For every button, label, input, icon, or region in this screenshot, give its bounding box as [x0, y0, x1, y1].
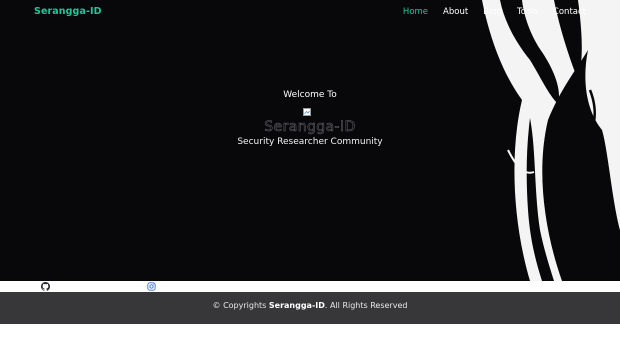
github-icon[interactable] [41, 282, 50, 291]
footer-copyright-suffix: . All Rights Reserved [324, 301, 408, 310]
nav-link-contact[interactable]: Contact [553, 7, 586, 17]
broken-image-icon [303, 108, 311, 116]
footer: © Copyrights Serangga-ID. All Rights Res… [0, 292, 620, 324]
site-logo-text: Serangga-ID [264, 119, 356, 136]
tagline-text: Security Researcher Community [237, 137, 383, 147]
hero-content: Welcome To Serangga-ID Security Research… [0, 90, 620, 147]
social-bar [0, 281, 620, 292]
nav-link-about[interactable]: About [443, 7, 468, 17]
welcome-text: Welcome To [283, 90, 337, 100]
nav-link-tools[interactable]: Tools [517, 7, 538, 17]
navbar: Serangga-ID Home About Blog Tools Contac… [0, 0, 620, 24]
hero-section: Serangga-ID Home About Blog Tools Contac… [0, 0, 620, 281]
footer-copyright-prefix: © Copyrights [212, 301, 269, 310]
nav-link-home[interactable]: Home [403, 7, 428, 17]
instagram-icon[interactable] [147, 282, 156, 291]
nav-menu: Home About Blog Tools Contact [403, 7, 586, 17]
brand-logo-link[interactable]: Serangga-ID [34, 6, 102, 17]
nav-link-blog[interactable]: Blog [483, 7, 502, 17]
footer-brand-name: Serangga-ID [268, 301, 325, 310]
